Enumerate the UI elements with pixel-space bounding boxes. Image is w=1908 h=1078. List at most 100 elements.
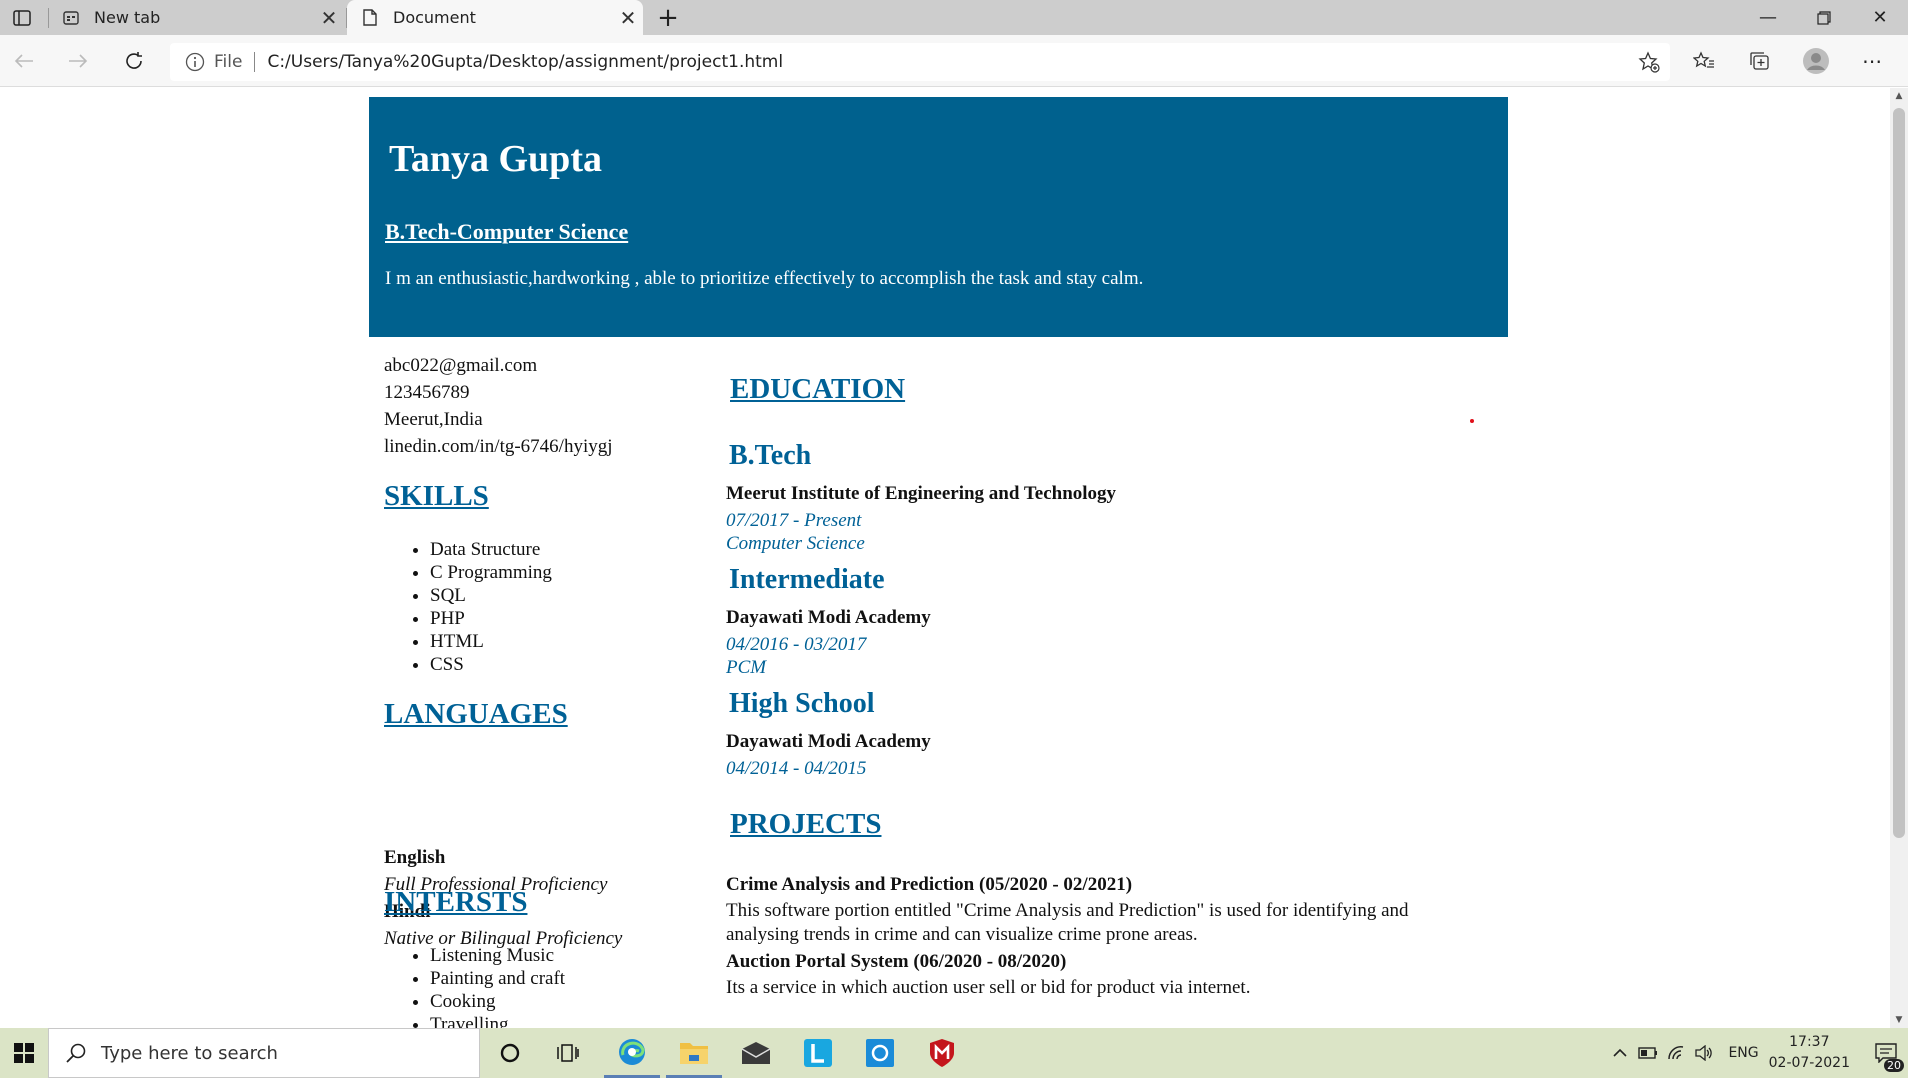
education-meta: 04/2016 - 03/2017 PCM <box>726 633 866 679</box>
tab-title: Document <box>393 8 476 27</box>
file-explorer-icon[interactable] <box>666 1028 722 1078</box>
favorites-icon[interactable] <box>1684 43 1724 79</box>
project-description: Its a service in which auction user sell… <box>726 977 1251 998</box>
refresh-icon[interactable] <box>116 43 152 79</box>
education-dates: 07/2017 - Present <box>726 510 862 531</box>
chevron-up-icon[interactable] <box>1606 1048 1634 1058</box>
close-window-icon[interactable]: ✕ <box>1852 0 1908 35</box>
clock-time: 17:37 <box>1789 1034 1830 1050</box>
add-favorite-icon[interactable] <box>1638 51 1660 73</box>
volume-icon[interactable] <box>1690 1045 1718 1061</box>
more-options-icon[interactable]: ⋯ <box>1852 43 1892 79</box>
restore-icon[interactable] <box>1796 0 1852 35</box>
tab-actions-icon[interactable] <box>4 0 40 35</box>
system-tray: ENG 17:37 02-07-2021 20 <box>1606 1028 1908 1078</box>
learning-app-icon[interactable] <box>790 1028 846 1078</box>
notification-count: 20 <box>1884 1059 1904 1072</box>
task-view-icon[interactable] <box>540 1028 596 1078</box>
education-institute: Meerut Institute of Engineering and Tech… <box>726 483 1117 504</box>
languages-heading[interactable]: LANGUAGES <box>384 698 568 731</box>
clock-date: 02-07-2021 <box>1768 1055 1850 1071</box>
skills-list: Data Structure C Programming SQL PHP HTM… <box>384 538 552 676</box>
list-item: Travelling <box>430 1013 565 1028</box>
education-institute: Dayawati Modi Academy <box>726 607 931 628</box>
education-degree: Intermediate <box>729 564 885 595</box>
education-dates: 04/2016 - 03/2017 <box>726 634 867 655</box>
projects-heading[interactable]: PROJECTS <box>730 808 881 841</box>
education-degree: B.Tech <box>729 440 812 471</box>
scrollbar-thumb[interactable] <box>1893 108 1905 838</box>
tab-document[interactable]: Document ✕ <box>347 0 643 35</box>
list-item: PHP <box>430 607 552 630</box>
window-controls: — ✕ <box>1740 0 1908 35</box>
contact-block: abc022@gmail.com 123456789 Meerut,India … <box>384 352 613 460</box>
education-meta: 04/2014 - 04/2015 <box>726 757 866 780</box>
address-separator <box>254 52 256 72</box>
education-field: Computer Science <box>726 533 865 554</box>
address-toolbar: File C:/Users/Tanya%20Gupta/Desktop/assi… <box>0 35 1908 87</box>
resume-header: Tanya Gupta B.Tech-Computer Science I m … <box>369 97 1508 337</box>
url-text[interactable]: C:/Users/Tanya%20Gupta/Desktop/assignmen… <box>267 52 783 72</box>
resume-name: Tanya Gupta <box>389 138 602 180</box>
collections-icon[interactable] <box>1740 43 1780 79</box>
info-icon[interactable] <box>184 51 206 73</box>
list-item: HTML <box>430 630 552 653</box>
mail-icon[interactable] <box>728 1028 784 1078</box>
minimize-icon[interactable]: — <box>1740 0 1796 35</box>
page-viewport: Tanya Gupta B.Tech-Computer Science I m … <box>0 88 1890 1028</box>
notification-icon[interactable]: 20 <box>1864 1028 1908 1078</box>
list-item: C Programming <box>430 561 552 584</box>
address-bar[interactable]: File C:/Users/Tanya%20Gupta/Desktop/assi… <box>170 43 1670 81</box>
forward-arrow-icon[interactable] <box>60 43 96 79</box>
list-item: Painting and craft <box>430 967 565 990</box>
tab-new-tab[interactable]: New tab ✕ <box>48 0 344 35</box>
list-item: Listening Music <box>430 944 565 967</box>
windows-start-icon[interactable] <box>0 1028 48 1078</box>
cortana-icon[interactable] <box>482 1028 538 1078</box>
interests-list: Listening Music Painting and craft Cooki… <box>384 944 565 1028</box>
education-heading[interactable]: EDUCATION <box>730 373 905 406</box>
mcafee-icon[interactable] <box>914 1028 970 1078</box>
degree-link[interactable]: B.Tech-Computer Science <box>385 219 628 245</box>
summary-text: I m an enthusiastic,hardworking , able t… <box>385 268 1144 289</box>
taskbar-search[interactable]: Type here to search <box>48 1028 480 1078</box>
new-tab-plus-icon[interactable]: + <box>650 0 686 35</box>
tab-strip: New tab ✕ Document ✕ + — ✕ <box>0 0 1908 35</box>
contact-phone: 123456789 <box>384 382 470 403</box>
project-description: This software portion entitled "Crime An… <box>726 900 1409 945</box>
close-icon[interactable]: ✕ <box>314 3 344 33</box>
avatar[interactable] <box>1796 43 1836 79</box>
new-tab-icon <box>62 9 80 27</box>
scroll-down-icon[interactable]: ▼ <box>1890 1012 1908 1028</box>
contact-location: Meerut,India <box>384 409 483 430</box>
search-placeholder: Type here to search <box>101 1042 278 1064</box>
document-icon <box>361 9 379 27</box>
language-name: English <box>384 847 446 868</box>
edge-browser-icon[interactable] <box>604 1028 660 1078</box>
close-icon[interactable]: ✕ <box>613 3 643 33</box>
scheme-label: File <box>214 52 243 72</box>
scroll-up-icon[interactable]: ▲ <box>1890 88 1908 104</box>
contact-email: abc022@gmail.com <box>384 355 538 376</box>
clock[interactable]: 17:37 02-07-2021 <box>1769 1032 1850 1074</box>
education-meta: 07/2017 - Present Computer Science <box>726 509 865 555</box>
tab-title: New tab <box>94 8 161 27</box>
cursor-dot <box>1470 419 1474 423</box>
search-icon <box>65 1042 87 1064</box>
wifi-icon[interactable] <box>1662 1045 1690 1061</box>
battery-icon[interactable] <box>1634 1047 1662 1059</box>
list-item: SQL <box>430 584 552 607</box>
project-title: Auction Portal System (06/2020 - 08/2020… <box>726 951 1067 972</box>
list-item: Data Structure <box>430 538 552 561</box>
education-institute: Dayawati Modi Academy <box>726 731 931 752</box>
taskbar: Type here to search ENG 17:37 02-07-2021… <box>0 1028 1908 1078</box>
project-title: Crime Analysis and Prediction (05/2020 -… <box>726 874 1133 895</box>
back-arrow-icon[interactable] <box>6 43 42 79</box>
education-degree: High School <box>729 688 875 719</box>
input-language[interactable]: ENG <box>1728 1045 1758 1061</box>
education-field: PCM <box>726 657 767 678</box>
contact-linkedin: linedin.com/in/tg-6746/hyiygj <box>384 436 613 457</box>
store-app-icon[interactable] <box>852 1028 908 1078</box>
skills-heading[interactable]: SKILLS <box>384 480 489 513</box>
interests-heading[interactable]: INTERSTS <box>384 886 527 919</box>
